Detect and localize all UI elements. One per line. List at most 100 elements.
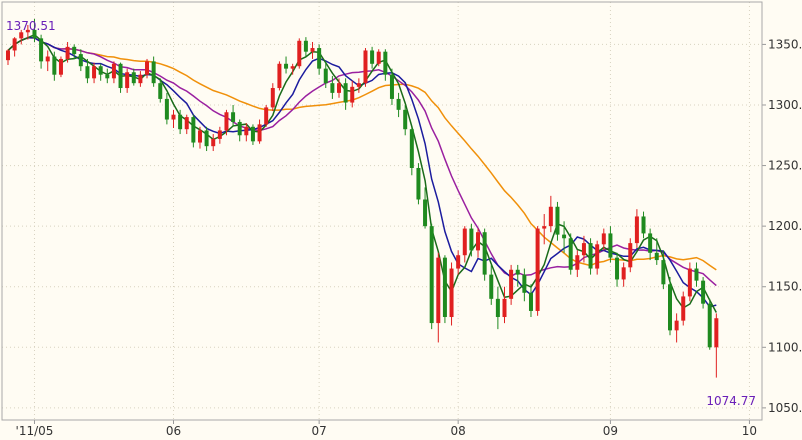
candle-body bbox=[65, 46, 70, 59]
candle bbox=[588, 238, 593, 275]
candle bbox=[383, 49, 388, 81]
candle bbox=[297, 38, 302, 69]
candle bbox=[548, 195, 553, 233]
candle bbox=[376, 49, 381, 67]
low-label: 1074.77 bbox=[706, 394, 756, 408]
candle bbox=[528, 284, 533, 318]
candle bbox=[191, 114, 196, 148]
candle bbox=[138, 71, 143, 87]
candle-body bbox=[568, 238, 573, 270]
candle-body bbox=[158, 83, 163, 99]
candle-body bbox=[250, 126, 255, 142]
candle bbox=[39, 34, 44, 69]
candle bbox=[542, 214, 547, 245]
candle bbox=[264, 104, 269, 127]
candle bbox=[409, 126, 414, 176]
candles bbox=[6, 18, 719, 378]
candle-body bbox=[555, 206, 560, 235]
candle bbox=[568, 233, 573, 275]
candle-body bbox=[701, 280, 706, 304]
candle-body bbox=[52, 56, 57, 75]
candle-body bbox=[270, 88, 275, 108]
candle-body bbox=[297, 40, 302, 67]
candle-body bbox=[442, 257, 447, 318]
candle bbox=[204, 126, 209, 152]
candle bbox=[601, 228, 606, 251]
candle-body bbox=[363, 50, 368, 84]
candle-body bbox=[575, 255, 580, 270]
y-tick-label: 1050. bbox=[768, 401, 802, 415]
candle-body bbox=[19, 32, 24, 39]
candle-body bbox=[45, 56, 50, 62]
candle-body bbox=[648, 233, 653, 253]
candle-body bbox=[495, 298, 500, 318]
candle-body bbox=[383, 51, 388, 75]
candle-body bbox=[58, 58, 63, 75]
candle-body bbox=[621, 267, 626, 280]
candle-body bbox=[376, 51, 381, 64]
candle bbox=[217, 126, 222, 144]
candle-body bbox=[681, 296, 686, 321]
candle-body bbox=[111, 63, 116, 79]
candle bbox=[701, 277, 706, 309]
candle bbox=[98, 63, 103, 81]
candle-body bbox=[323, 68, 328, 84]
candle bbox=[350, 80, 355, 108]
candle-body bbox=[118, 63, 123, 89]
candle-body bbox=[171, 114, 176, 120]
candle-body bbox=[164, 98, 169, 120]
candle bbox=[284, 56, 289, 74]
candle bbox=[575, 250, 580, 278]
candle bbox=[509, 264, 514, 305]
candle-body bbox=[628, 243, 633, 268]
candle-body bbox=[429, 226, 434, 324]
candle-body bbox=[257, 124, 262, 142]
candle-body bbox=[231, 112, 236, 122]
candle-body bbox=[423, 199, 428, 227]
candle-body bbox=[389, 74, 394, 99]
candle-body bbox=[178, 114, 183, 130]
candle-body bbox=[330, 83, 335, 93]
candle-body bbox=[78, 54, 83, 67]
candle bbox=[12, 37, 17, 57]
candle bbox=[363, 48, 368, 87]
candle bbox=[687, 262, 692, 302]
candle-body bbox=[224, 112, 229, 131]
candle-body bbox=[668, 284, 672, 331]
y-tick-label: 1300. bbox=[768, 98, 802, 112]
x-tick-label: '11/05 bbox=[16, 424, 54, 438]
x-tick-label: 07 bbox=[311, 424, 326, 438]
candle-body bbox=[562, 234, 567, 239]
candle bbox=[462, 226, 467, 263]
candle bbox=[151, 56, 156, 87]
candle bbox=[250, 124, 255, 145]
candle bbox=[681, 291, 686, 326]
candle bbox=[270, 83, 275, 112]
candle-body bbox=[98, 66, 103, 75]
candle-body bbox=[462, 228, 467, 256]
candle-body bbox=[509, 269, 514, 299]
candle-body bbox=[356, 83, 361, 87]
candle-body bbox=[303, 40, 308, 52]
candle-body bbox=[72, 46, 77, 55]
candle-body bbox=[350, 86, 355, 103]
candle-body bbox=[244, 126, 249, 136]
candle-body bbox=[595, 244, 600, 269]
candle-body bbox=[12, 38, 17, 51]
x-tick-label: 08 bbox=[451, 424, 466, 438]
candle-body bbox=[204, 130, 209, 147]
candle bbox=[522, 268, 527, 302]
candle-body bbox=[237, 121, 242, 136]
candle-body bbox=[370, 50, 375, 64]
candle-body bbox=[502, 298, 507, 318]
candle bbox=[674, 313, 679, 343]
candle-body bbox=[197, 130, 202, 143]
candle bbox=[277, 61, 282, 91]
candle bbox=[595, 240, 600, 275]
candle-body bbox=[469, 228, 474, 251]
candle bbox=[469, 223, 474, 257]
x-tick-label: 09 bbox=[603, 424, 618, 438]
candle-body bbox=[211, 138, 216, 147]
candle bbox=[396, 92, 401, 118]
candle-body bbox=[449, 268, 454, 318]
